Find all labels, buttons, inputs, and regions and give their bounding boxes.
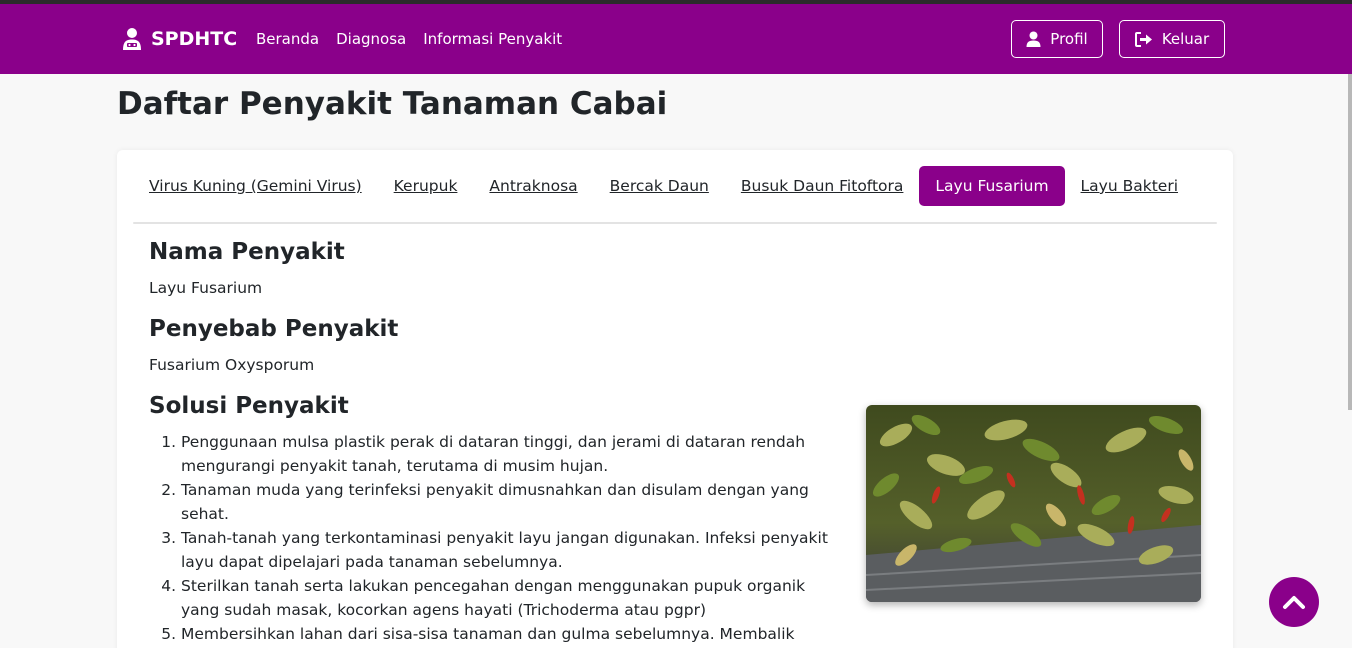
solution-item: Sterilkan tanah serta lakukan pencegahan… [181,574,841,622]
solution-item: Tanaman muda yang terinfeksi penyakit di… [181,478,841,526]
nav-link-diagnosa[interactable]: Diagnosa [336,30,406,48]
tab-divider [133,222,1217,224]
solution-heading: Solusi Penyakit [149,393,349,419]
page-title: Daftar Penyakit Tanaman Cabai [117,86,668,122]
solution-list: Penggunaan mulsa plastik perak di datara… [181,430,841,646]
disease-cause: Fusarium Oxysporum [149,356,315,374]
brand-name: SPDHTC [151,28,238,50]
user-icon [1026,31,1041,47]
logout-button[interactable]: Keluar [1119,20,1225,58]
scroll-to-top-button[interactable] [1269,577,1319,627]
page-scrollbar[interactable] [1348,74,1352,410]
navbar: SPDHTC Beranda Diagnosa Informasi Penyak… [0,4,1352,74]
disease-photo [866,405,1201,602]
user-doctor-icon [123,28,141,50]
sign-out-icon [1134,31,1152,47]
profile-button[interactable]: Profil [1011,20,1103,58]
logout-label: Keluar [1161,30,1210,48]
solution-item: Tanah-tanah yang terkontaminasi penyakit… [181,526,841,574]
nav-link-informasi-penyakit[interactable]: Informasi Penyakit [423,30,562,48]
cause-heading: Penyebab Penyakit [149,316,399,342]
solution-item: Penggunaan mulsa plastik perak di datara… [181,430,841,478]
tab-layu-fusarium[interactable]: Layu Fusarium [919,166,1065,206]
tab-virus-kuning[interactable]: Virus Kuning (Gemini Virus) [133,166,378,206]
disease-tabs: Virus Kuning (Gemini Virus) Kerupuk Antr… [133,166,1194,206]
chevron-up-icon [1283,596,1305,609]
solution-item: Membersihkan lahan dari sisa-sisa tanama… [181,622,841,646]
nav-links: Beranda Diagnosa Informasi Penyakit [256,4,579,74]
tab-busuk-daun-fitoftora[interactable]: Busuk Daun Fitoftora [725,166,920,206]
nav-link-beranda[interactable]: Beranda [256,30,319,48]
tab-bercak-daun[interactable]: Bercak Daun [594,166,725,206]
tab-kerupuk[interactable]: Kerupuk [378,166,474,206]
profile-label: Profil [1050,30,1088,48]
brand[interactable]: SPDHTC [121,4,237,74]
name-heading: Nama Penyakit [149,239,345,265]
tab-antraknosa[interactable]: Antraknosa [473,166,593,206]
disease-name: Layu Fusarium [149,279,263,297]
tab-layu-bakteri[interactable]: Layu Bakteri [1065,166,1194,206]
disease-card: Virus Kuning (Gemini Virus) Kerupuk Antr… [117,150,1233,648]
